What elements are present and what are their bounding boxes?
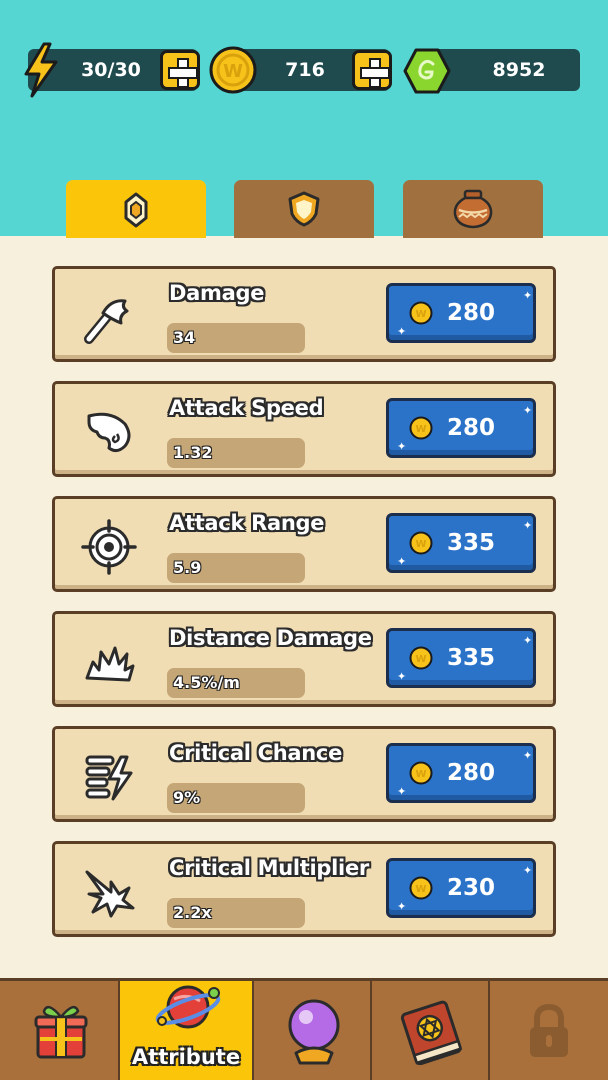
svg-text:W: W bbox=[415, 769, 426, 780]
crosshair-icon bbox=[81, 519, 137, 575]
upgrade-value-bar: 5.9 bbox=[167, 553, 305, 583]
burst-icon bbox=[85, 646, 135, 682]
upgrade-value-bar: 2.2x bbox=[167, 898, 305, 928]
sparkle-icon: ✦ bbox=[397, 900, 407, 913]
coin-icon: W bbox=[409, 761, 433, 785]
sparkle-icon: ✦ bbox=[397, 555, 407, 568]
sparkle-icon: ✦ bbox=[523, 864, 533, 877]
sparkle-icon: ✦ bbox=[397, 670, 407, 683]
svg-text:W: W bbox=[223, 61, 243, 82]
pot-icon bbox=[453, 189, 493, 229]
gem-icon bbox=[403, 48, 451, 94]
upgrade-price: 335 bbox=[447, 645, 496, 671]
upgrade-title: Attack Speed bbox=[169, 396, 324, 420]
upgrade-value: 2.2x bbox=[173, 903, 212, 922]
gift-box-icon bbox=[34, 1005, 88, 1059]
add-energy-button[interactable] bbox=[160, 50, 200, 90]
sparkle-icon: ✦ bbox=[523, 404, 533, 417]
sparkle-icon: ✦ bbox=[523, 519, 533, 532]
add-coins-button[interactable] bbox=[352, 50, 392, 90]
sparkle-icon: ✦ bbox=[397, 440, 407, 453]
svg-text:W: W bbox=[415, 654, 426, 665]
nav-attribute[interactable]: Attribute bbox=[120, 981, 254, 1080]
upgrade-price: 280 bbox=[447, 300, 496, 326]
upgrade-card-attack-speed: Attack Speed 1.32 W 280 ✦ ✦ bbox=[52, 381, 556, 477]
coin-icon: W bbox=[409, 301, 433, 325]
nav-attribute-label: Attribute bbox=[131, 1045, 241, 1069]
coin-icon: W bbox=[409, 531, 433, 555]
coin-value: 716 bbox=[285, 59, 325, 81]
upgrade-buy-button[interactable]: W 230 ✦ ✦ bbox=[386, 858, 536, 918]
coin-icon: W bbox=[409, 646, 433, 670]
upgrade-value: 4.5%/m bbox=[173, 673, 240, 692]
tab-defense[interactable] bbox=[234, 180, 374, 238]
upgrade-title: Distance Damage bbox=[169, 626, 372, 650]
lightning-stack-icon bbox=[85, 755, 133, 801]
sparkle-icon: ✦ bbox=[523, 289, 533, 302]
upgrade-buy-button[interactable]: W 280 ✦ ✦ bbox=[386, 283, 536, 343]
lock-icon bbox=[530, 1003, 568, 1057]
svg-text:W: W bbox=[415, 309, 426, 320]
lightning-icon bbox=[24, 42, 58, 98]
upgrade-buy-button[interactable]: W 335 ✦ ✦ bbox=[386, 628, 536, 688]
upgrade-card-attack-range: Attack Range 5.9 W 335 ✦ ✦ bbox=[52, 496, 556, 592]
coin-icon: W bbox=[409, 416, 433, 440]
coin-icon: W bbox=[409, 876, 433, 900]
tab-relics[interactable] bbox=[403, 180, 543, 238]
sparkle-icon: ✦ bbox=[523, 634, 533, 647]
upgrade-value-bar: 9% bbox=[167, 783, 305, 813]
upgrade-value: 9% bbox=[173, 788, 201, 807]
upgrade-buy-button[interactable]: W 280 ✦ ✦ bbox=[386, 398, 536, 458]
sparkle-icon: ✦ bbox=[397, 325, 407, 338]
impact-arrow-icon bbox=[85, 870, 135, 918]
upgrade-price: 280 bbox=[447, 415, 496, 441]
upgrade-price: 280 bbox=[447, 760, 496, 786]
torch-icon bbox=[84, 299, 129, 344]
upgrade-value: 1.32 bbox=[173, 443, 213, 462]
upgrade-value-bar: 1.32 bbox=[167, 438, 305, 468]
wing-icon bbox=[87, 412, 131, 453]
energy-value: 30/30 bbox=[81, 59, 141, 81]
nav-fortune[interactable] bbox=[254, 981, 372, 1080]
crystal-ball-icon bbox=[288, 999, 340, 1065]
upgrade-price: 230 bbox=[447, 875, 496, 901]
sparkle-icon: ✦ bbox=[523, 749, 533, 762]
upgrade-title: Critical Chance bbox=[169, 741, 343, 765]
upgrade-card-distance-damage: Distance Damage 4.5%/m W 335 ✦ ✦ bbox=[52, 611, 556, 707]
upgrade-value-bar: 34 bbox=[167, 323, 305, 353]
coin-icon: W bbox=[209, 46, 257, 94]
upgrade-buy-button[interactable]: W 335 ✦ ✦ bbox=[386, 513, 536, 573]
nav-locked bbox=[490, 981, 608, 1080]
spellbook-icon bbox=[400, 1000, 463, 1065]
svg-text:W: W bbox=[415, 424, 426, 435]
bottom-nav: Attribute bbox=[0, 978, 608, 1080]
upgrade-value-bar: 4.5%/m bbox=[167, 668, 305, 698]
upgrade-value: 5.9 bbox=[173, 558, 202, 577]
nav-shop[interactable] bbox=[0, 981, 120, 1080]
sparkle-icon: ✦ bbox=[397, 785, 407, 798]
svg-text:W: W bbox=[415, 539, 426, 550]
upgrade-card-damage: Damage 34 W 280 ✦ ✦ bbox=[52, 266, 556, 362]
upgrade-value: 34 bbox=[173, 328, 196, 347]
nav-book[interactable] bbox=[372, 981, 490, 1080]
shield-icon bbox=[288, 191, 320, 227]
upgrade-title: Critical Multiplier bbox=[169, 856, 369, 880]
upgrade-card-critical-multiplier: Critical Multiplier 2.2x W 230 ✦ ✦ bbox=[52, 841, 556, 937]
gem-value: 8952 bbox=[492, 59, 546, 81]
upgrade-title: Attack Range bbox=[169, 511, 325, 535]
upgrade-card-critical-chance: Critical Chance 9% W 280 ✦ ✦ bbox=[52, 726, 556, 822]
svg-text:W: W bbox=[415, 884, 426, 895]
upgrade-buy-button[interactable]: W 280 ✦ ✦ bbox=[386, 743, 536, 803]
rank-badge-icon bbox=[124, 192, 148, 228]
upgrade-title: Damage bbox=[169, 281, 265, 305]
tab-attribute[interactable] bbox=[66, 180, 206, 238]
upgrade-price: 335 bbox=[447, 530, 496, 556]
planet-icon bbox=[155, 985, 221, 1029]
